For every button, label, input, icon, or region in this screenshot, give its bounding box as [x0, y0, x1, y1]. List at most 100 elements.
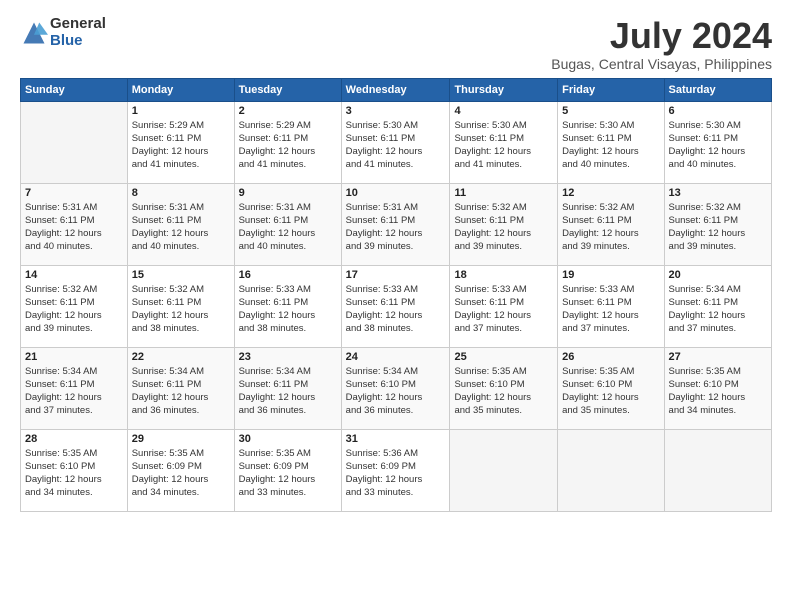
- day-cell: 8 Sunrise: 5:31 AM Sunset: 6:11 PM Daylig…: [127, 183, 234, 265]
- day-info: Sunrise: 5:29 AM Sunset: 6:11 PM Dayligh…: [239, 119, 337, 172]
- day-info: Sunrise: 5:32 AM Sunset: 6:11 PM Dayligh…: [454, 201, 553, 254]
- day-cell: [558, 429, 664, 511]
- day-info: Sunrise: 5:32 AM Sunset: 6:11 PM Dayligh…: [669, 201, 767, 254]
- day-info: Sunrise: 5:30 AM Sunset: 6:11 PM Dayligh…: [669, 119, 767, 172]
- day-info: Sunrise: 5:35 AM Sunset: 6:10 PM Dayligh…: [562, 365, 659, 418]
- day-number: 30: [239, 433, 337, 445]
- day-number: 26: [562, 351, 659, 363]
- day-info: Sunrise: 5:35 AM Sunset: 6:10 PM Dayligh…: [454, 365, 553, 418]
- day-number: 9: [239, 187, 337, 199]
- column-header-monday: Monday: [127, 78, 234, 101]
- logo: General Blue: [20, 16, 106, 49]
- logo-blue: Blue: [50, 33, 106, 50]
- week-row-5: 28 Sunrise: 5:35 AM Sunset: 6:10 PM Dayli…: [21, 429, 772, 511]
- day-info: Sunrise: 5:31 AM Sunset: 6:11 PM Dayligh…: [25, 201, 123, 254]
- day-number: 8: [132, 187, 230, 199]
- week-row-3: 14Sunrise: 5:32 AM Sunset: 6:11 PM Dayli…: [21, 265, 772, 347]
- day-cell: 24Sunrise: 5:34 AM Sunset: 6:10 PM Dayli…: [341, 347, 450, 429]
- day-cell: 26 Sunrise: 5:35 AM Sunset: 6:10 PM Dayli…: [558, 347, 664, 429]
- day-info: Sunrise: 5:29 AM Sunset: 6:11 PM Dayligh…: [132, 119, 230, 172]
- day-number: 31: [346, 433, 446, 445]
- day-cell: 15Sunrise: 5:32 AM Sunset: 6:11 PM Dayli…: [127, 265, 234, 347]
- day-info: Sunrise: 5:30 AM Sunset: 6:11 PM Dayligh…: [562, 119, 659, 172]
- day-info: Sunrise: 5:30 AM Sunset: 6:11 PM Dayligh…: [346, 119, 446, 172]
- day-info: Sunrise: 5:30 AM Sunset: 6:11 PM Dayligh…: [454, 119, 553, 172]
- day-number: 11: [454, 187, 553, 199]
- day-info: Sunrise: 5:34 AM Sunset: 6:11 PM Dayligh…: [132, 365, 230, 418]
- day-cell: [664, 429, 771, 511]
- day-cell: 19 Sunrise: 5:33 AM Sunset: 6:11 PM Dayli…: [558, 265, 664, 347]
- column-header-thursday: Thursday: [450, 78, 558, 101]
- day-info: Sunrise: 5:31 AM Sunset: 6:11 PM Dayligh…: [346, 201, 446, 254]
- day-number: 20: [669, 269, 767, 281]
- day-number: 16: [239, 269, 337, 281]
- day-number: 17: [346, 269, 446, 281]
- week-row-2: 7 Sunrise: 5:31 AM Sunset: 6:11 PM Daylig…: [21, 183, 772, 265]
- day-number: 12: [562, 187, 659, 199]
- day-info: Sunrise: 5:32 AM Sunset: 6:11 PM Dayligh…: [562, 201, 659, 254]
- day-number: 1: [132, 105, 230, 117]
- day-info: Sunrise: 5:33 AM Sunset: 6:11 PM Dayligh…: [562, 283, 659, 336]
- day-number: 5: [562, 105, 659, 117]
- day-info: Sunrise: 5:34 AM Sunset: 6:11 PM Dayligh…: [669, 283, 767, 336]
- title-block: July 2024 Bugas, Central Visayas, Philip…: [551, 16, 772, 72]
- day-cell: 9 Sunrise: 5:31 AM Sunset: 6:11 PM Daylig…: [234, 183, 341, 265]
- day-cell: [21, 101, 128, 183]
- column-header-saturday: Saturday: [664, 78, 771, 101]
- day-info: Sunrise: 5:32 AM Sunset: 6:11 PM Dayligh…: [132, 283, 230, 336]
- day-cell: 29 Sunrise: 5:35 AM Sunset: 6:09 PM Dayli…: [127, 429, 234, 511]
- day-cell: 23 Sunrise: 5:34 AM Sunset: 6:11 PM Dayli…: [234, 347, 341, 429]
- day-cell: 18 Sunrise: 5:33 AM Sunset: 6:11 PM Dayli…: [450, 265, 558, 347]
- day-info: Sunrise: 5:33 AM Sunset: 6:11 PM Dayligh…: [239, 283, 337, 336]
- day-cell: 10 Sunrise: 5:31 AM Sunset: 6:11 PM Dayli…: [341, 183, 450, 265]
- column-header-friday: Friday: [558, 78, 664, 101]
- day-cell: 17Sunrise: 5:33 AM Sunset: 6:11 PM Dayli…: [341, 265, 450, 347]
- day-cell: [450, 429, 558, 511]
- day-number: 3: [346, 105, 446, 117]
- day-cell: 5 Sunrise: 5:30 AM Sunset: 6:11 PM Daylig…: [558, 101, 664, 183]
- day-info: Sunrise: 5:31 AM Sunset: 6:11 PM Dayligh…: [239, 201, 337, 254]
- day-number: 21: [25, 351, 123, 363]
- day-cell: 13 Sunrise: 5:32 AM Sunset: 6:11 PM Dayli…: [664, 183, 771, 265]
- day-number: 13: [669, 187, 767, 199]
- header: General Blue July 2024 Bugas, Central Vi…: [20, 16, 772, 72]
- day-number: 28: [25, 433, 123, 445]
- day-info: Sunrise: 5:31 AM Sunset: 6:11 PM Dayligh…: [132, 201, 230, 254]
- day-cell: 25 Sunrise: 5:35 AM Sunset: 6:10 PM Dayli…: [450, 347, 558, 429]
- day-number: 25: [454, 351, 553, 363]
- day-cell: 2Sunrise: 5:29 AM Sunset: 6:11 PM Daylig…: [234, 101, 341, 183]
- day-number: 18: [454, 269, 553, 281]
- day-info: Sunrise: 5:36 AM Sunset: 6:09 PM Dayligh…: [346, 447, 446, 500]
- week-row-4: 21 Sunrise: 5:34 AM Sunset: 6:11 PM Dayli…: [21, 347, 772, 429]
- day-number: 24: [346, 351, 446, 363]
- day-number: 10: [346, 187, 446, 199]
- day-number: 23: [239, 351, 337, 363]
- day-info: Sunrise: 5:33 AM Sunset: 6:11 PM Dayligh…: [454, 283, 553, 336]
- location: Bugas, Central Visayas, Philippines: [551, 56, 772, 72]
- day-info: Sunrise: 5:35 AM Sunset: 6:10 PM Dayligh…: [25, 447, 123, 500]
- day-number: 4: [454, 105, 553, 117]
- day-cell: 28 Sunrise: 5:35 AM Sunset: 6:10 PM Dayli…: [21, 429, 128, 511]
- day-number: 7: [25, 187, 123, 199]
- day-cell: 30Sunrise: 5:35 AM Sunset: 6:09 PM Dayli…: [234, 429, 341, 511]
- column-header-sunday: Sunday: [21, 78, 128, 101]
- day-number: 19: [562, 269, 659, 281]
- day-cell: 6Sunrise: 5:30 AM Sunset: 6:11 PM Daylig…: [664, 101, 771, 183]
- day-cell: 3 Sunrise: 5:30 AM Sunset: 6:11 PM Daylig…: [341, 101, 450, 183]
- day-info: Sunrise: 5:35 AM Sunset: 6:10 PM Dayligh…: [669, 365, 767, 418]
- day-number: 29: [132, 433, 230, 445]
- month-title: July 2024: [551, 16, 772, 56]
- day-info: Sunrise: 5:34 AM Sunset: 6:11 PM Dayligh…: [239, 365, 337, 418]
- calendar-table: SundayMondayTuesdayWednesdayThursdayFrid…: [20, 78, 772, 512]
- day-cell: 22Sunrise: 5:34 AM Sunset: 6:11 PM Dayli…: [127, 347, 234, 429]
- day-cell: 21 Sunrise: 5:34 AM Sunset: 6:11 PM Dayli…: [21, 347, 128, 429]
- page: General Blue July 2024 Bugas, Central Vi…: [0, 0, 792, 612]
- logo-text: General Blue: [50, 16, 106, 49]
- day-info: Sunrise: 5:35 AM Sunset: 6:09 PM Dayligh…: [132, 447, 230, 500]
- day-cell: 4 Sunrise: 5:30 AM Sunset: 6:11 PM Daylig…: [450, 101, 558, 183]
- day-cell: 1 Sunrise: 5:29 AM Sunset: 6:11 PM Daylig…: [127, 101, 234, 183]
- logo-general: General: [50, 16, 106, 33]
- day-info: Sunrise: 5:34 AM Sunset: 6:11 PM Dayligh…: [25, 365, 123, 418]
- day-cell: 7 Sunrise: 5:31 AM Sunset: 6:11 PM Daylig…: [21, 183, 128, 265]
- day-cell: 16 Sunrise: 5:33 AM Sunset: 6:11 PM Dayli…: [234, 265, 341, 347]
